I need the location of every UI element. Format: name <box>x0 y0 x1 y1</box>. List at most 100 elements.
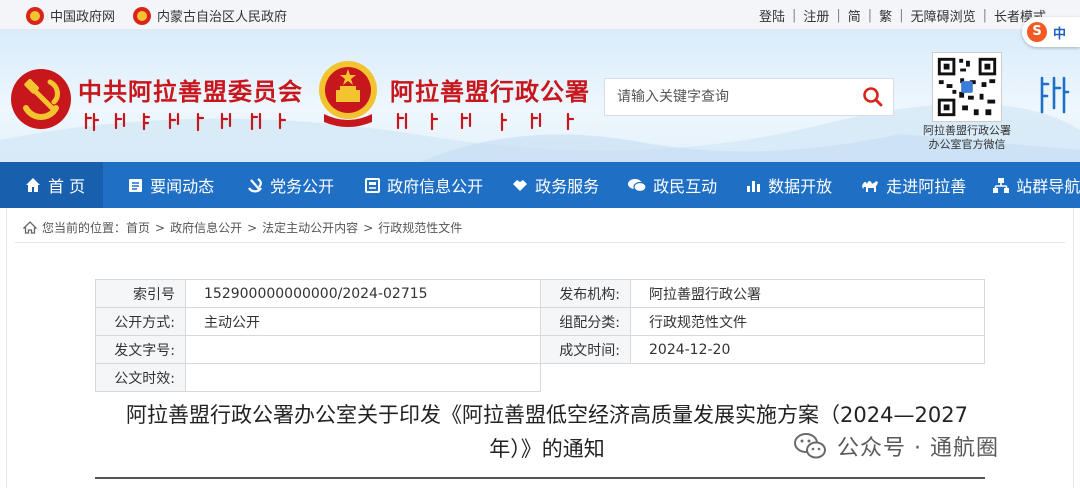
mongolian-script-text <box>396 112 575 132</box>
breadcrumb-statutory[interactable]: 法定主动公开内容 <box>262 219 358 236</box>
method-label: 公开方式: <box>95 307 186 336</box>
traditional-link[interactable]: 繁 <box>879 6 892 25</box>
nav-item-label: 数据开放 <box>768 177 833 196</box>
nav-item-interaction[interactable]: 政民互动 <box>617 162 735 208</box>
nav-item-open-data[interactable]: 数据开放 <box>735 162 850 208</box>
news-icon <box>129 178 143 192</box>
nav-item-label: 党务公开 <box>270 177 335 196</box>
nav-item-label: 政府信息公开 <box>387 177 484 196</box>
watermark-text: 公众号 · 通航圈 <box>837 436 999 461</box>
home-icon <box>26 178 40 192</box>
validity-value <box>185 363 541 392</box>
search-box <box>604 78 894 116</box>
simplified-link[interactable]: 简 <box>848 6 861 25</box>
login-link[interactable]: 登陆 <box>759 6 785 25</box>
empty-cell <box>541 364 631 392</box>
breadcrumb-separator: > <box>155 220 166 235</box>
search-input[interactable] <box>605 79 853 115</box>
table-row: 公开方式: 主动公开 组配分类: 行政规范性文件 <box>95 307 985 336</box>
nav-item-alxa[interactable]: 走进阿拉善 <box>850 162 984 208</box>
date-label: 成文时间: <box>540 335 631 364</box>
docno-value <box>185 335 541 364</box>
location-home-icon <box>23 221 37 234</box>
qr-caption: 阿拉善盟行政公署 办公室官方微信 <box>914 124 1020 152</box>
input-method-widget[interactable]: S 中 <box>1022 17 1080 47</box>
breadcrumb-home[interactable]: 首页 <box>126 219 150 236</box>
register-link[interactable]: 注册 <box>803 6 829 25</box>
party-icon <box>248 178 263 193</box>
qr-caption-line1: 阿拉善盟行政公署 <box>923 124 1011 137</box>
national-emblem-icon <box>133 6 152 25</box>
top-bar: 中国政府网 内蒙古自治区人民政府 登陆 | 注册 | 简 | 繁 | 无障碍浏览… <box>0 0 1080 30</box>
watermark: 公众号 · 通航圈 <box>793 430 999 462</box>
sitemap-icon <box>993 177 1010 193</box>
nav-item-gov-info[interactable]: 政府信息公开 <box>352 162 501 208</box>
docno-label: 发文字号: <box>95 335 186 364</box>
breadcrumb: 您当前的位置： 首页 > 政府信息公开 > 法定主动公开内容 > 行政规范性文件 <box>23 219 462 236</box>
chat-icon <box>628 178 647 192</box>
search-button[interactable] <box>853 79 893 115</box>
category-label: 组配分类: <box>540 307 631 336</box>
site-header: 中共阿拉善盟委员会 阿拉善盟行政公署 请输入关键字查询 阿拉善盟行政公署 办公室… <box>0 30 1080 162</box>
top-left-links: 中国政府网 内蒙古自治区人民政府 <box>26 6 305 25</box>
title-divider <box>95 477 985 479</box>
nav-item-label: 走进阿拉善 <box>886 177 967 196</box>
national-emblem-icon <box>26 6 44 25</box>
document-info-table: 索引号 152900000000000/2024-02715 发布机构: 阿拉善… <box>95 279 985 392</box>
mongolian-script-text <box>84 112 287 132</box>
nav-item-site-nav[interactable]: 站群导航 <box>984 162 1080 208</box>
service-icon <box>513 180 528 191</box>
separator: | <box>899 8 904 23</box>
party-committee-title: 中共阿拉善盟委员会 <box>78 78 303 106</box>
publisher-label: 发布机构: <box>540 279 631 308</box>
breadcrumb-separator: > <box>247 220 258 235</box>
category-value: 行政规范性文件 <box>630 307 985 336</box>
search-icon <box>863 87 883 107</box>
mongolian-version-icon[interactable] <box>1034 74 1070 118</box>
breadcrumb-divider <box>15 242 1065 243</box>
table-row: 索引号 152900000000000/2024-02715 发布机构: 阿拉善… <box>95 279 985 308</box>
sogou-s-icon: S <box>1027 22 1047 42</box>
input-mode-label: 中 <box>1053 26 1067 42</box>
empty-cell <box>631 364 985 392</box>
separator: | <box>836 8 841 23</box>
nav-item-label: 首 页 <box>48 177 86 196</box>
accessibility-link[interactable]: 无障碍浏览 <box>911 6 976 25</box>
index-label: 索引号 <box>95 279 186 308</box>
table-row: 发文字号: 成文时间: 2024-12-20 <box>95 335 985 364</box>
wechat-qr-code <box>932 52 1002 122</box>
nav-item-party[interactable]: 党务公开 <box>232 162 352 208</box>
separator: | <box>791 8 797 23</box>
main-content: 您当前的位置： 首页 > 政府信息公开 > 法定主动公开内容 > 行政规范性文件… <box>6 208 1074 488</box>
main-nav: 首 页 要闻动态 党务公开 政府信息公开 政务服务 政民互动 数据开放 走进阿拉… <box>0 162 1080 208</box>
index-value: 152900000000000/2024-02715 <box>185 279 541 308</box>
national-emblem-icon <box>319 61 377 127</box>
qr-caption-line2: 办公室官方微信 <box>928 138 1006 151</box>
separator: | <box>867 8 873 23</box>
link-china-gov[interactable]: 中国政府网 <box>26 6 115 25</box>
nav-item-news[interactable]: 要闻动态 <box>103 162 232 208</box>
link-china-gov-label: 中国政府网 <box>50 10 116 25</box>
document-title-line1: 阿拉善盟行政公署办公室关于印发《阿拉善盟低空经济高质量发展实施方案（2024—2… <box>126 403 968 427</box>
nav-item-home[interactable]: 首 页 <box>0 162 104 208</box>
breadcrumb-separator: > <box>363 220 374 235</box>
nav-item-label: 站群导航 <box>1016 177 1080 196</box>
method-value: 主动公开 <box>185 307 541 336</box>
publisher-value: 阿拉善盟行政公署 <box>630 279 985 308</box>
top-right-links: 登陆 | 注册 | 简 | 繁 | 无障碍浏览 | 长者模式 <box>759 6 1046 25</box>
nav-item-gov-service[interactable]: 政务服务 <box>501 162 617 208</box>
info-icon <box>365 177 381 193</box>
nav-item-label: 要闻动态 <box>150 177 215 196</box>
wechat-icon <box>794 433 826 459</box>
validity-label: 公文时效: <box>95 363 186 392</box>
breadcrumb-gov-info[interactable]: 政府信息公开 <box>170 219 242 236</box>
gov-office-title: 阿拉善盟行政公署 <box>390 78 590 106</box>
breadcrumb-prefix: 您当前的位置： <box>42 221 127 235</box>
link-inner-mongolia-gov[interactable]: 内蒙古自治区人民政府 <box>133 6 287 25</box>
date-value: 2024-12-20 <box>630 335 985 364</box>
chart-icon <box>747 180 761 192</box>
nav-item-label: 政务服务 <box>535 177 600 196</box>
breadcrumb-normative-docs[interactable]: 行政规范性文件 <box>378 219 462 236</box>
camel-icon <box>862 180 879 192</box>
nav-item-label: 政民互动 <box>653 177 718 196</box>
